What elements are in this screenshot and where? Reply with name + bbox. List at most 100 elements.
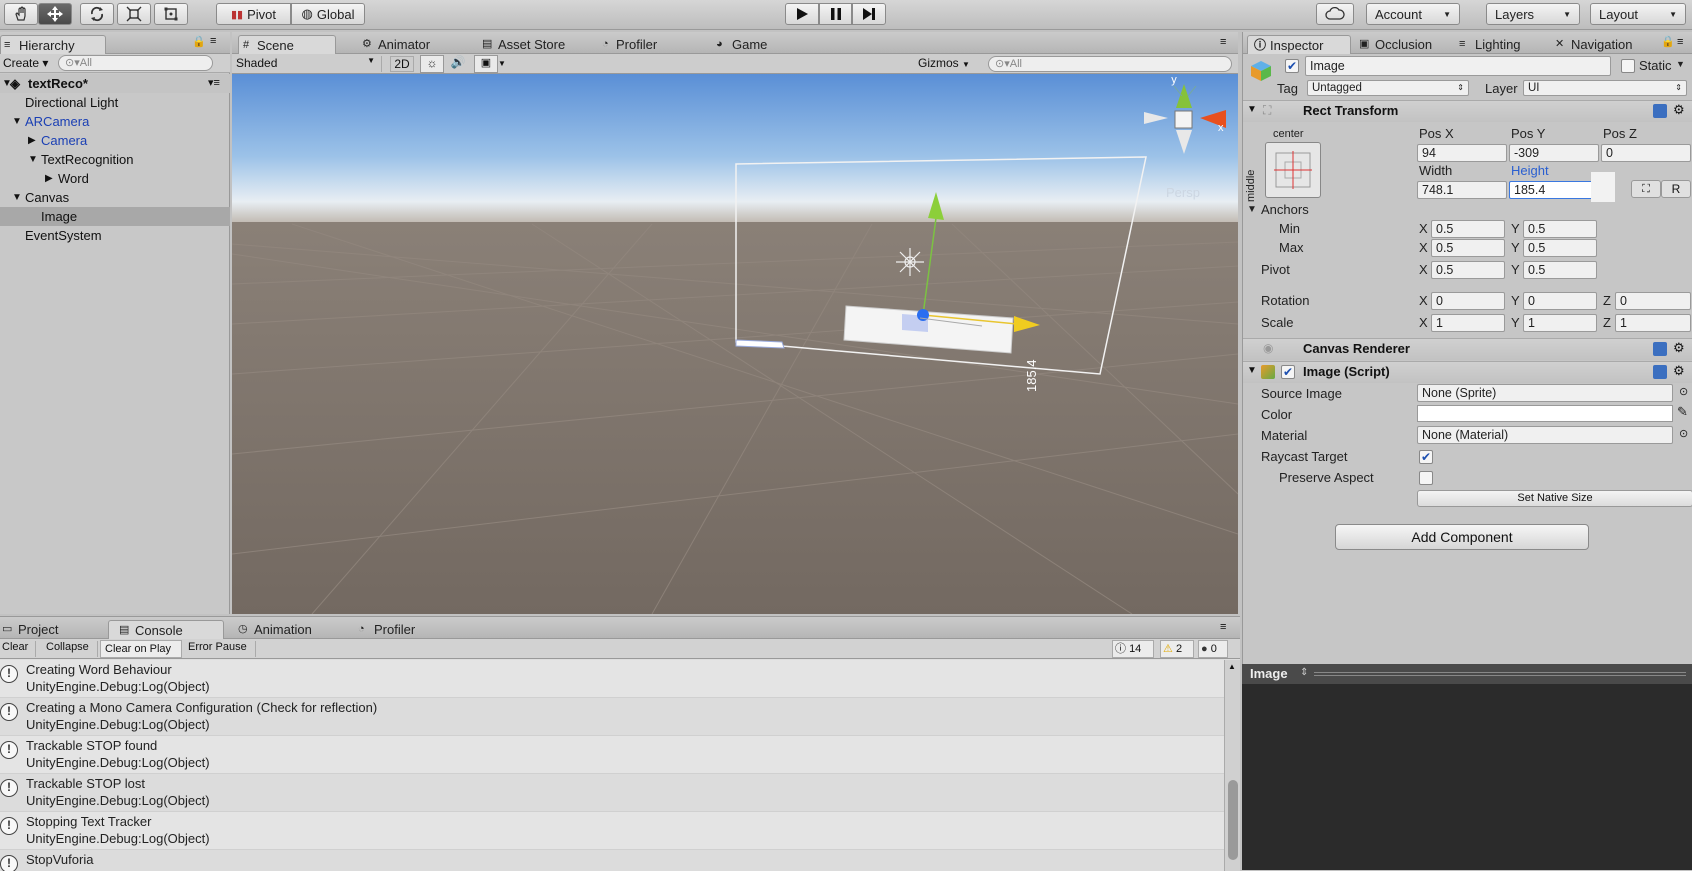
scale-x-input[interactable]: 1 (1431, 314, 1505, 332)
raycast-target-checkbox[interactable]: ✔ (1419, 450, 1433, 464)
scene-menu-icon[interactable]: ▾≡ (208, 74, 220, 93)
add-component-button[interactable]: Add Component (1335, 524, 1589, 550)
image-enabled-checkbox[interactable]: ✔ (1281, 365, 1295, 379)
object-name-input[interactable]: Image (1305, 56, 1611, 76)
tab-game[interactable]: ◕ Game (708, 35, 777, 54)
rect-transform-header[interactable]: ▼ ⛶ Rect Transform ⚙ (1243, 100, 1692, 122)
lock-icon[interactable]: 🔒 (192, 35, 206, 48)
pivot-toggle[interactable]: ▮▮ Pivot (216, 3, 291, 25)
scene-root[interactable]: ▼ ◈ textReco* ▾≡ (0, 74, 230, 93)
object-picker-icon[interactable]: ⊙ (1679, 385, 1688, 398)
pos-z-input[interactable]: 0 (1601, 144, 1691, 162)
material-field[interactable]: None (Material) (1417, 426, 1673, 444)
scale-tool-icon[interactable] (117, 3, 151, 25)
2d-toggle[interactable]: 2D (390, 56, 414, 72)
rotation-x-input[interactable]: 0 (1431, 292, 1505, 310)
tab-profiler-bottom[interactable]: ◔ Profiler (350, 620, 425, 639)
tab-asset-store[interactable]: ▤ Asset Store (476, 35, 575, 54)
hierarchy-item-textrecognition[interactable]: ▼ TextRecognition (0, 150, 230, 169)
tag-dropdown[interactable]: Untagged ⇕ (1307, 80, 1469, 96)
panel-menu-icon[interactable]: ≡ (1220, 621, 1226, 633)
list-item[interactable]: ! Trackable STOP found UnityEngine.Debug… (0, 736, 1224, 774)
layer-dropdown[interactable]: UI ⇕ (1523, 80, 1687, 96)
gizmos-dropdown[interactable]: Gizmos ▼ (918, 56, 970, 70)
create-dropdown[interactable]: Create ▾ (3, 56, 48, 70)
active-checkbox[interactable]: ✔ (1285, 59, 1299, 73)
set-native-size-button[interactable]: Set Native Size (1417, 490, 1692, 507)
console-scrollbar[interactable]: ▲ (1224, 660, 1240, 871)
account-dropdown[interactable]: Account ▼ (1366, 3, 1460, 25)
panel-menu-icon[interactable]: ≡ (210, 35, 216, 47)
collapse-button[interactable]: Collapse (44, 641, 98, 657)
static-dropdown-icon[interactable]: ▼ (1676, 59, 1685, 69)
pivot-x-input[interactable]: 0.5 (1431, 261, 1505, 279)
effects-dropdown-icon[interactable]: ▼ (498, 55, 512, 73)
gear-icon[interactable]: ⚙ (1673, 102, 1685, 118)
tab-project[interactable]: ▭ Project (0, 620, 68, 639)
raw-edit-button[interactable]: R (1661, 180, 1691, 198)
help-book-icon[interactable] (1653, 365, 1667, 379)
tab-navigation[interactable]: ✕ Navigation (1549, 35, 1642, 54)
tab-animation[interactable]: ◷ Animation (228, 620, 322, 639)
color-swatch[interactable] (1417, 405, 1673, 422)
hierarchy-item-eventsystem[interactable]: EventSystem (25, 226, 102, 245)
help-book-icon[interactable] (1653, 342, 1667, 356)
object-picker-icon[interactable]: ⊙ (1679, 427, 1688, 440)
hierarchy-item-camera[interactable]: ▶ Camera (0, 131, 230, 150)
static-checkbox[interactable] (1621, 59, 1635, 73)
anchor-max-y-input[interactable]: 0.5 (1523, 239, 1597, 257)
audio-toggle-icon[interactable]: 🔊 (446, 55, 470, 73)
move-tool-icon[interactable] (38, 3, 72, 25)
preserve-aspect-checkbox[interactable] (1419, 471, 1433, 485)
scroll-up-icon[interactable]: ▲ (1228, 662, 1236, 671)
scene-search-input[interactable]: ⊙▾All (988, 56, 1232, 72)
anchor-min-x-input[interactable]: 0.5 (1431, 220, 1505, 238)
list-item[interactable]: ! Stopping Text Tracker UnityEngine.Debu… (0, 812, 1224, 850)
hierarchy-item-word[interactable]: ▶ Word (0, 169, 230, 188)
hierarchy-item-canvas[interactable]: ▼ Canvas (0, 188, 230, 207)
persp-label[interactable]: Persp (1166, 185, 1200, 200)
canvas-renderer-header[interactable]: ◉ Canvas Renderer ⚙ (1243, 338, 1692, 360)
shading-mode-dropdown[interactable]: Shaded ▼ (236, 56, 382, 72)
panel-menu-icon[interactable]: ≡ (1220, 36, 1226, 48)
preview-drag-handle[interactable] (1314, 672, 1686, 676)
tab-profiler[interactable]: ◔ Profiler (596, 35, 667, 54)
preview-header[interactable]: Image ⇕ (1242, 664, 1692, 684)
rotation-y-input[interactable]: 0 (1523, 292, 1597, 310)
rotate-tool-icon[interactable] (80, 3, 114, 25)
clear-button[interactable]: Clear (0, 641, 36, 657)
hierarchy-search-input[interactable]: ⊙▾All (58, 55, 213, 71)
height-input[interactable]: 185.4 (1509, 181, 1599, 199)
list-item[interactable]: ! Creating Word Behaviour UnityEngine.De… (0, 660, 1224, 698)
error-count-toggle[interactable]: ● 0 (1198, 640, 1228, 658)
pos-y-input[interactable]: -309 (1509, 144, 1599, 162)
clear-on-play-button[interactable]: Clear on Play (100, 640, 182, 658)
cloud-button[interactable] (1316, 3, 1354, 25)
list-item[interactable]: ! Trackable STOP lost UnityEngine.Debug:… (0, 774, 1224, 812)
anchor-min-y-input[interactable]: 0.5 (1523, 220, 1597, 238)
blueprint-mode-button[interactable]: ⛶ (1631, 180, 1661, 198)
rect-tool-icon[interactable] (154, 3, 188, 25)
tab-lighting[interactable]: ≡ Lighting (1453, 35, 1531, 54)
width-input[interactable]: 748.1 (1417, 181, 1507, 199)
rotation-z-input[interactable]: 0 (1615, 292, 1691, 310)
pause-button[interactable] (819, 3, 852, 25)
pos-x-input[interactable]: 94 (1417, 144, 1507, 162)
global-toggle[interactable]: ◍ Global (291, 3, 365, 25)
log-count-toggle[interactable]: ⓘ 14 (1112, 640, 1154, 658)
layers-dropdown[interactable]: Layers ▼ (1486, 3, 1580, 25)
tab-occlusion[interactable]: ▣ Occlusion (1353, 35, 1442, 54)
anchor-max-x-input[interactable]: 0.5 (1431, 239, 1505, 257)
error-pause-button[interactable]: Error Pause (186, 641, 256, 657)
tab-inspector[interactable]: ⓘ Inspector (1247, 35, 1351, 54)
tab-console[interactable]: ▤ Console (108, 620, 224, 639)
gear-icon[interactable]: ⚙ (1673, 363, 1685, 379)
layout-dropdown[interactable]: Layout ▼ (1590, 3, 1686, 25)
expand-arrow-icon[interactable]: ▼ (1247, 204, 1257, 215)
lighting-toggle-icon[interactable]: ☼ (420, 55, 444, 73)
scale-y-input[interactable]: 1 (1523, 314, 1597, 332)
pivot-y-input[interactable]: 0.5 (1523, 261, 1597, 279)
tab-scene[interactable]: # Scene (238, 35, 336, 54)
play-button[interactable] (785, 3, 819, 25)
scene-viewport[interactable] (232, 74, 1238, 614)
